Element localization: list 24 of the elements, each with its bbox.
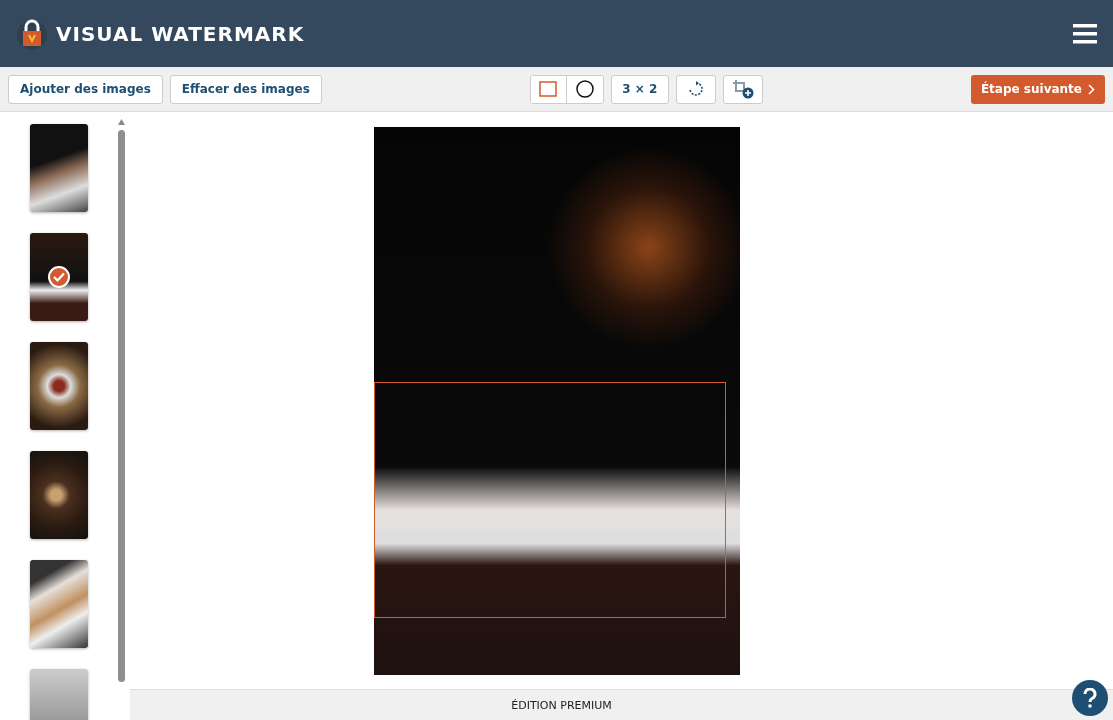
edition-label: ÉDITION PREMIUM <box>511 698 612 712</box>
rotate-button[interactable] <box>675 74 716 104</box>
toolbar-button[interactable]: Ajouter des images <box>8 74 163 104</box>
crop-frame[interactable] <box>373 382 726 618</box>
photo-thumbnail[interactable] <box>29 560 88 648</box>
photo-thumbnail[interactable] <box>29 451 88 539</box>
menu-icon[interactable] <box>1073 23 1097 44</box>
square-icon <box>539 81 558 97</box>
check-icon <box>47 266 70 288</box>
toolbar-button[interactable]: Effacer des images <box>169 74 322 104</box>
photo-thumbnail[interactable] <box>29 342 88 430</box>
app-title: VISUAL WATERMARK <box>56 21 305 46</box>
photo-thumbnail[interactable] <box>29 124 88 212</box>
ratio-button[interactable]: 3 × 2 <box>610 74 669 104</box>
next-step-button[interactable]: Étape suivante <box>970 74 1105 104</box>
chevron-right-icon <box>1088 83 1095 95</box>
help-icon <box>1083 688 1097 708</box>
photo-thumbnail[interactable] <box>29 233 88 321</box>
scrollbar[interactable] <box>117 118 126 684</box>
circle-icon <box>575 80 594 98</box>
crop-add-button[interactable] <box>722 74 763 104</box>
crop-plus-icon <box>731 79 754 99</box>
rotate-icon <box>687 81 704 97</box>
help-button[interactable] <box>1072 680 1108 716</box>
